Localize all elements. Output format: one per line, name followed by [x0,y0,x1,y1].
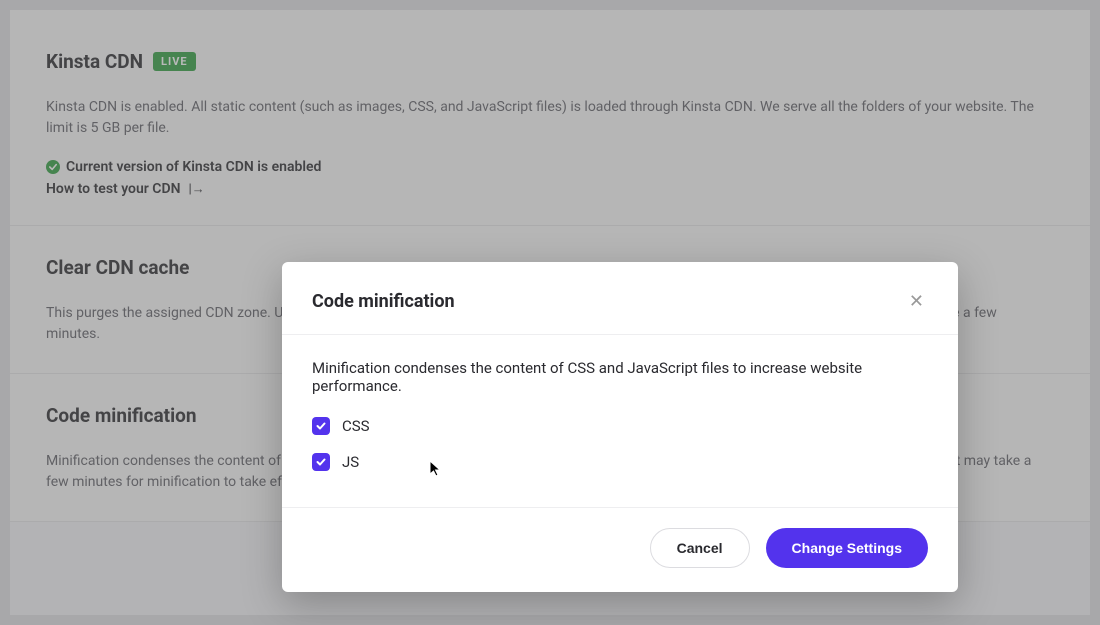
modal-title: Code minification [312,291,455,312]
close-icon: ✕ [909,291,924,311]
cancel-button[interactable]: Cancel [650,528,750,568]
modal-header: Code minification ✕ [282,262,958,335]
modal-body: Minification condenses the content of CS… [282,335,958,508]
checkbox-row-js: JS [312,453,928,471]
code-minification-modal: Code minification ✕ Minification condens… [282,262,958,592]
modal-footer: Cancel Change Settings [282,508,958,592]
check-icon [316,421,326,431]
check-icon [316,457,326,467]
checkbox-row-css: CSS [312,417,928,435]
checkbox-label-js: JS [342,453,359,471]
checkbox-js[interactable] [312,453,330,471]
cursor-icon [429,460,443,478]
checkbox-label-css: CSS [342,417,370,435]
change-settings-button[interactable]: Change Settings [766,528,928,568]
close-button[interactable]: ✕ [905,288,928,314]
modal-description: Minification condenses the content of CS… [312,359,928,395]
checkbox-css[interactable] [312,417,330,435]
